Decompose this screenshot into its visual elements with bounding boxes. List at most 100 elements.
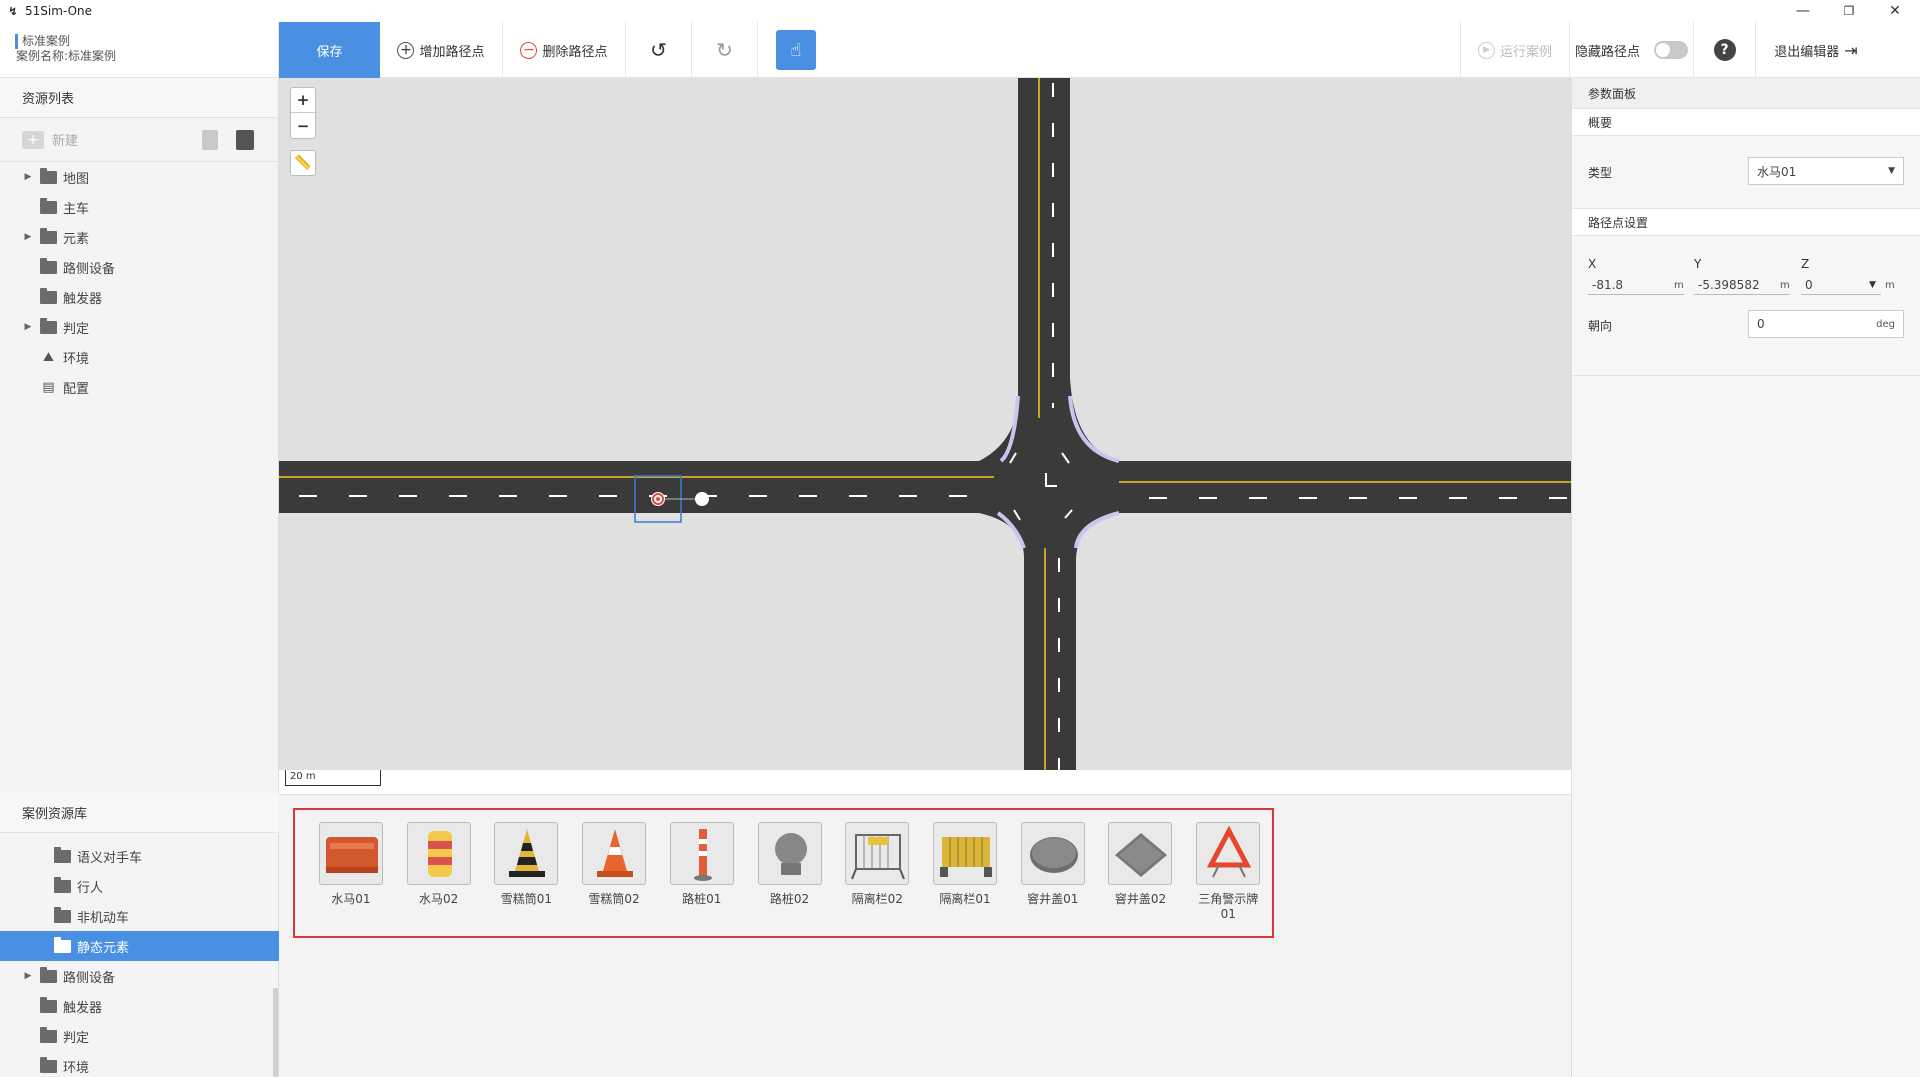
minimize-button[interactable]: — bbox=[1780, 0, 1826, 22]
resource-item-label: 判定 bbox=[63, 321, 90, 337]
asset-item-5[interactable]: 路桩02 bbox=[746, 822, 834, 936]
folder-icon bbox=[54, 906, 71, 923]
asset-label: 三角警示牌01 bbox=[1198, 892, 1259, 921]
case-library-item-label: 非机动车 bbox=[77, 910, 130, 926]
case-library-item-5[interactable]: 触发器 bbox=[0, 991, 279, 1021]
environment-icon: ⛰ bbox=[43, 349, 54, 365]
x-input[interactable]: -81.8 bbox=[1588, 275, 1684, 295]
y-input[interactable]: -5.398582 bbox=[1694, 275, 1790, 295]
redo-button[interactable]: ↻ bbox=[692, 22, 758, 78]
asset-item-3[interactable]: 雪糕筒02 bbox=[570, 822, 658, 936]
z-label: Z bbox=[1801, 257, 1810, 271]
case-tag: 标准案例 bbox=[15, 34, 278, 49]
asset-item-10[interactable]: 三角警示牌01 bbox=[1184, 822, 1272, 936]
case-library-item-1[interactable]: 行人 bbox=[0, 871, 279, 901]
road-south bbox=[1024, 528, 1076, 770]
asset-item-7[interactable]: 隔离栏01 bbox=[921, 822, 1009, 936]
resource-item-3[interactable]: 路侧设备 bbox=[0, 252, 278, 282]
case-library-item-label: 触发器 bbox=[63, 1000, 103, 1016]
case-library-item-6[interactable]: 判定 bbox=[0, 1021, 279, 1051]
asset-label: 窨井盖02 bbox=[1114, 892, 1167, 906]
case-library-item-4[interactable]: ▶ 路侧设备 bbox=[0, 961, 279, 991]
add-waypoint-button[interactable]: + 增加路径点 bbox=[380, 22, 503, 78]
folder-icon bbox=[40, 287, 57, 304]
sidebar-scrollbar[interactable] bbox=[273, 988, 278, 1077]
folder-icon bbox=[40, 167, 57, 184]
param-panel-title: 参数面板 bbox=[1572, 78, 1920, 108]
pointer-tool-button[interactable]: ☝ bbox=[776, 30, 816, 70]
restore-button[interactable]: ❐ bbox=[1826, 0, 1872, 22]
warning-triangle-icon[interactable] bbox=[1196, 822, 1261, 885]
map-scale: 20 m bbox=[285, 770, 381, 786]
fence-yellow-icon[interactable] bbox=[933, 822, 997, 885]
expand-arrow-icon[interactable]: ▶ bbox=[22, 232, 34, 242]
asset-label: 路桩02 bbox=[769, 892, 810, 906]
save-button[interactable]: 保存 bbox=[279, 22, 380, 78]
asset-label: 雪糕筒02 bbox=[588, 892, 640, 906]
type-label: 类型 bbox=[1588, 166, 1613, 180]
trash-icon[interactable] bbox=[202, 130, 218, 150]
asset-item-2[interactable]: 雪糕筒01 bbox=[482, 822, 570, 936]
close-button[interactable]: ✕ bbox=[1872, 0, 1918, 22]
expand-arrow-icon[interactable]: ▶ bbox=[22, 172, 34, 182]
resource-item-4[interactable]: 触发器 bbox=[0, 282, 278, 312]
overview-header: 概要 bbox=[1572, 108, 1920, 136]
copy-icon[interactable] bbox=[236, 130, 254, 150]
delete-waypoint-label: 删除路径点 bbox=[542, 44, 608, 60]
redo-icon: ↻ bbox=[716, 38, 733, 62]
expand-arrow-icon[interactable]: ▶ bbox=[22, 971, 34, 981]
ruler-tool-button[interactable]: 📏 bbox=[290, 150, 316, 176]
case-library-section: 案例资源库 语义对手车 行人 非机动车 静态元素 ▶ 路侧设备 触发器 判定 环境 bbox=[0, 793, 279, 1077]
case-library-item-label: 行人 bbox=[77, 880, 104, 896]
zoom-out-button[interactable]: − bbox=[291, 113, 315, 138]
cone-orange-icon[interactable] bbox=[582, 822, 647, 885]
resource-item-0[interactable]: ▶ 地图 bbox=[0, 162, 278, 192]
x-label: X bbox=[1588, 257, 1597, 271]
case-library-item-label: 判定 bbox=[63, 1030, 90, 1046]
asset-item-9[interactable]: 窨井盖02 bbox=[1097, 822, 1185, 936]
help-button[interactable]: ? bbox=[1694, 22, 1756, 78]
heading-unit: deg bbox=[1876, 318, 1895, 330]
bollard-icon[interactable] bbox=[669, 822, 734, 885]
waypoint-end-icon bbox=[695, 492, 709, 506]
resource-item-6[interactable]: ⛰ 环境 bbox=[0, 342, 278, 372]
manhole-round-icon[interactable] bbox=[1020, 822, 1085, 885]
resource-item-7[interactable]: ▤ 配置 bbox=[0, 372, 278, 402]
new-folder-icon[interactable]: + bbox=[22, 130, 44, 149]
title-bar: ↯ 51Sim-One — ❐ ✕ bbox=[0, 0, 1920, 22]
type-select[interactable]: 水马01 ▼ bbox=[1748, 157, 1904, 185]
exit-icon: ⇥ bbox=[1844, 40, 1858, 60]
resource-item-1[interactable]: 主车 bbox=[0, 192, 278, 222]
new-label[interactable]: 新建 bbox=[52, 130, 78, 149]
folder-icon bbox=[40, 227, 57, 244]
zoom-in-button[interactable]: + bbox=[291, 88, 315, 113]
fence-white-icon[interactable] bbox=[845, 822, 910, 885]
asset-item-6[interactable]: 隔离栏02 bbox=[833, 822, 921, 936]
play-icon: ▶ bbox=[1477, 41, 1495, 59]
resource-item-label: 触发器 bbox=[63, 291, 103, 307]
resource-item-5[interactable]: ▶ 判定 bbox=[0, 312, 278, 342]
manhole-square-icon[interactable] bbox=[1108, 822, 1173, 885]
case-library-item-3[interactable]: 静态元素 bbox=[0, 931, 279, 961]
asset-item-4[interactable]: 路桩01 bbox=[658, 822, 746, 936]
undo-button[interactable]: ↺ bbox=[626, 22, 692, 78]
asset-item-0[interactable]: 水马01 bbox=[307, 822, 395, 936]
case-info: 标准案例 案例名称:标准案例 bbox=[0, 22, 279, 78]
exit-editor-button[interactable]: 退出编辑器 ⇥ bbox=[1756, 22, 1876, 78]
expand-arrow-icon[interactable]: ▶ bbox=[22, 322, 34, 332]
asset-item-1[interactable]: 水马02 bbox=[395, 822, 483, 936]
water-barrier-orange-icon[interactable] bbox=[318, 822, 383, 885]
hide-waypoint-toggle[interactable] bbox=[1654, 41, 1688, 59]
heading-input[interactable]: 0 deg bbox=[1748, 310, 1904, 338]
case-library-item-7[interactable]: 环境 bbox=[0, 1051, 279, 1077]
resource-item-2[interactable]: ▶ 元素 bbox=[0, 222, 278, 252]
map-canvas[interactable]: + − 📏 bbox=[279, 78, 1571, 770]
water-barrel-icon[interactable] bbox=[406, 822, 471, 885]
cone-black-yellow-icon[interactable] bbox=[494, 822, 559, 885]
asset-item-8[interactable]: 窨井盖01 bbox=[1009, 822, 1097, 936]
delete-waypoint-button[interactable]: − 删除路径点 bbox=[503, 22, 626, 78]
case-library-item-2[interactable]: 非机动车 bbox=[0, 901, 279, 931]
case-library-item-0[interactable]: 语义对手车 bbox=[0, 841, 279, 871]
stone-ball-icon[interactable] bbox=[757, 822, 822, 885]
run-case-button[interactable]: ▶ 运行案例 bbox=[1460, 22, 1570, 78]
